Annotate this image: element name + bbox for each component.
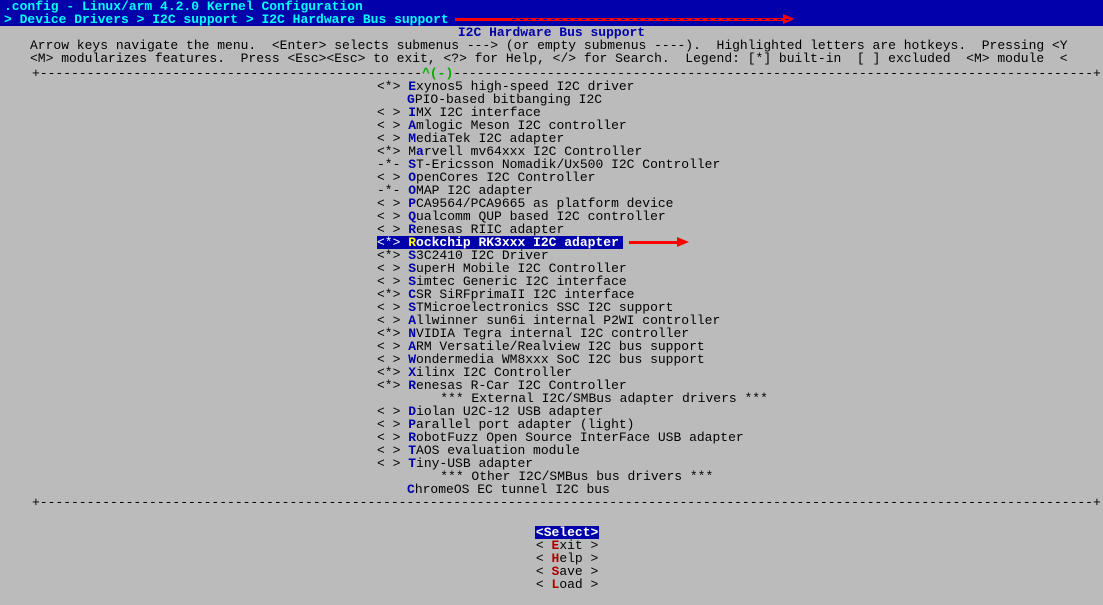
decoration-dashes: ----------------------------------------… — [510, 13, 1103, 26]
menu-box: +---------------------------------------… — [32, 67, 1071, 509]
menu-items[interactable]: <*> Exynos5 high-speed I2C driver GPIO-b… — [377, 80, 1071, 496]
box-bottom-border: +---------------------------------------… — [32, 496, 1071, 509]
annotation-arrow-selected — [629, 240, 689, 246]
load-button[interactable]: < Load > — [536, 578, 598, 591]
button-bar: <SSelectelect> < Exit > < Help > < Save … — [4, 513, 1099, 604]
help-line-2: <M> modularizes features. Press <Esc><Es… — [4, 52, 1099, 65]
breadcrumb: > Device Drivers > I2C support > I2C Har… — [4, 13, 449, 26]
hotkey-letter: R — [408, 379, 416, 392]
hotkey-letter: T — [408, 457, 416, 470]
main-panel: I2C Hardware Bus support Arrow keys navi… — [0, 26, 1103, 604]
breadcrumb-bar: > Device Drivers > I2C support > I2C Har… — [0, 13, 1103, 26]
